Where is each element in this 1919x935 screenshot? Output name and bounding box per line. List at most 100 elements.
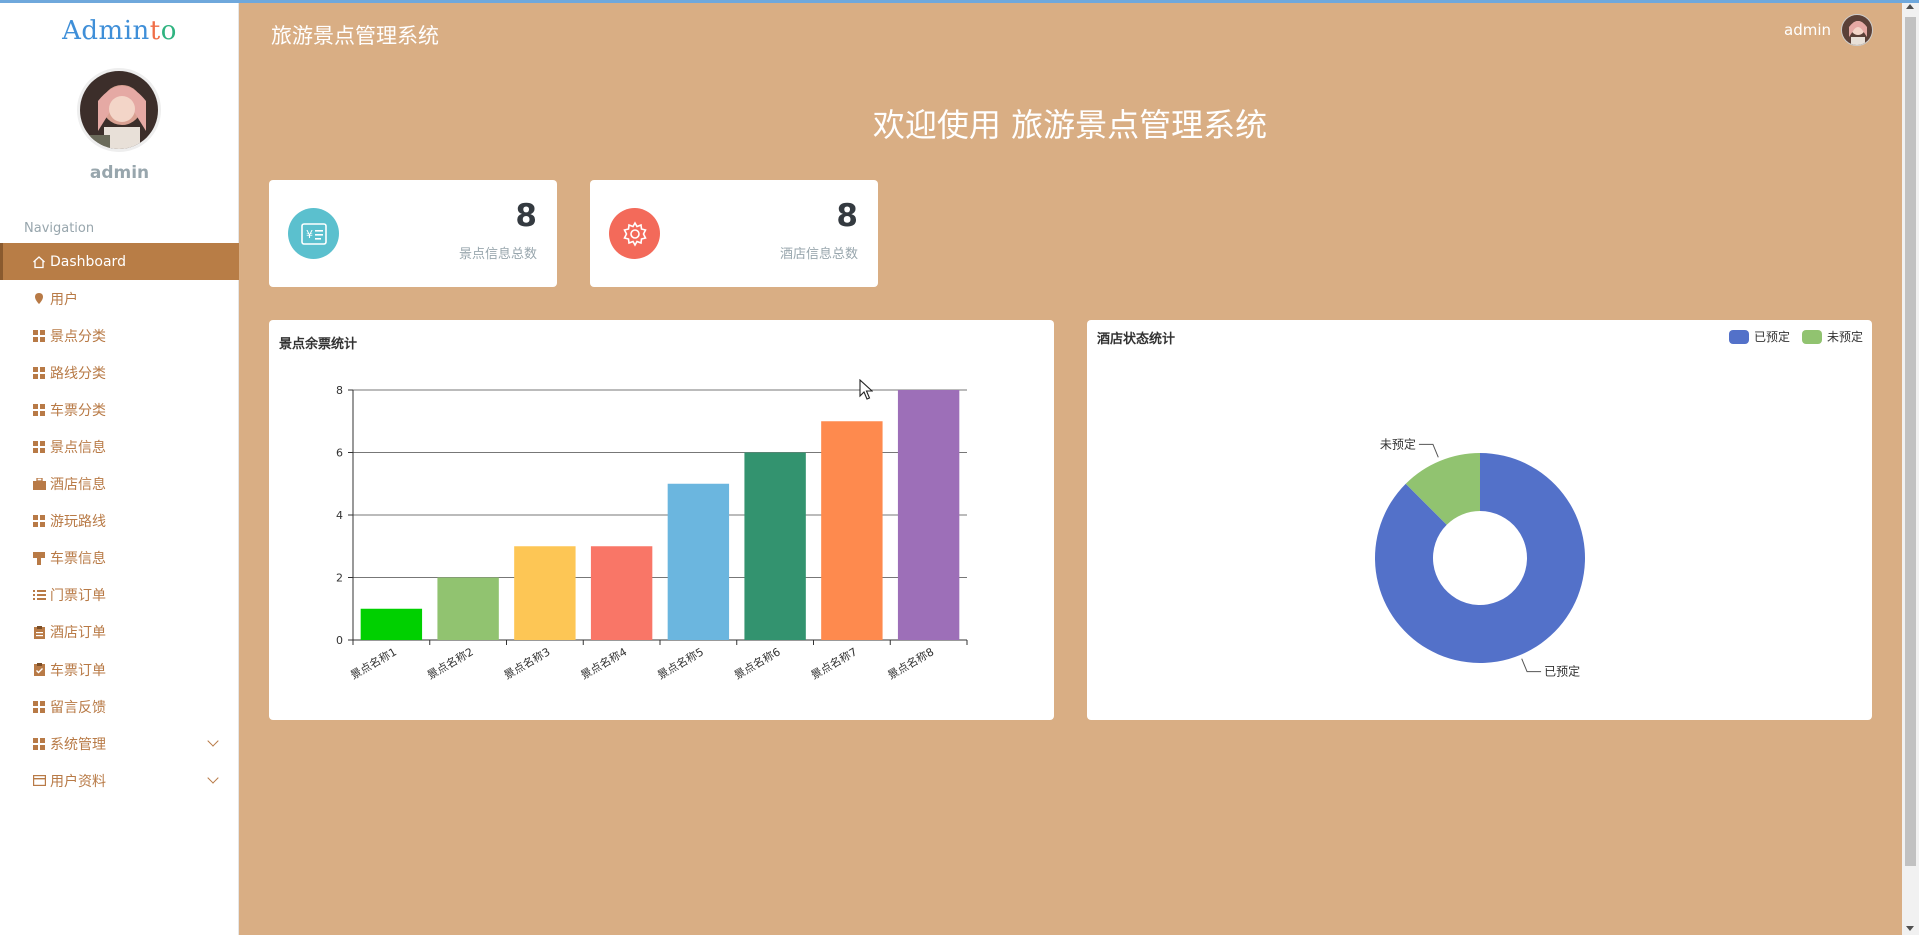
bar: [744, 452, 806, 640]
chart-title: 景点余票统计: [279, 337, 358, 352]
stat-value: 8: [836, 198, 858, 234]
sidebar-item-label: 景点信息: [50, 440, 106, 457]
sidebar-item-feedback[interactable]: 留言反馈: [0, 688, 239, 725]
slice-label: 已预定: [1544, 664, 1580, 679]
sidebar-item-label: 车票订单: [50, 662, 106, 679]
x-tick-label: 景点名称5: [655, 644, 706, 682]
sidebar: Adminto admin Navigation Dashboard 用户 景点…: [0, 0, 239, 935]
scroll-down-arrow[interactable]: [1906, 926, 1914, 931]
legend-label: 已预定: [1753, 330, 1790, 344]
bar: [590, 546, 653, 640]
sidebar-item-ticket-info[interactable]: 车票信息: [0, 540, 239, 577]
stat-card-hotels: 8 酒店信息总数: [590, 180, 878, 287]
sidebar-item-label: 车票信息: [50, 551, 106, 568]
x-tick-label: 景点名称4: [578, 644, 629, 682]
sidebar-item-label: Dashboard: [50, 253, 126, 270]
welcome-heading: 欢迎使用 旅游景点管理系统: [872, 106, 1268, 144]
stamp-icon: [32, 551, 46, 565]
label-leader-line: [1418, 443, 1439, 458]
svg-text:¥: ¥: [306, 228, 313, 241]
bar: [360, 608, 423, 640]
sidebar-item-ticket-orders[interactable]: 门票订单: [0, 577, 239, 614]
sidebar-item-hotel-orders[interactable]: 酒店订单: [0, 614, 239, 651]
y-tick-label: 4: [336, 509, 343, 522]
sidebar-item-ticket-category[interactable]: 车票分类: [0, 391, 239, 428]
stat-card-attractions: ¥ 8 景点信息总数: [269, 180, 557, 287]
stat-label: 酒店信息总数: [779, 247, 858, 262]
clipboard-icon: [32, 625, 46, 639]
page-scrollbar[interactable]: [1902, 0, 1919, 935]
y-tick-label: 0: [336, 634, 343, 647]
sidebar-item-label: 游玩路线: [50, 514, 106, 531]
donut-chart: 已预定 未预定: [1375, 436, 1585, 679]
grid-icon: [32, 514, 46, 528]
sidebar-item-attraction-category[interactable]: 景点分类: [0, 317, 239, 354]
grid-icon: [32, 737, 46, 751]
grid-icon: [32, 403, 46, 417]
nav-section-title: Navigation: [24, 221, 95, 236]
x-tick-label: 景点名称1: [348, 644, 399, 682]
sidebar-item-attraction-info[interactable]: 景点信息: [0, 428, 239, 465]
gear-icon: [609, 208, 660, 259]
pin-icon: [32, 292, 46, 306]
x-tick-label: 景点名称8: [885, 644, 936, 682]
y-tick-label: 8: [336, 384, 343, 397]
sidebar-item-label: 路线分类: [50, 365, 106, 382]
top-accent-line: [0, 0, 1919, 3]
x-tick-label: 景点名称6: [731, 644, 782, 682]
sidebar-item-tour-route[interactable]: 游玩路线: [0, 503, 239, 540]
sidebar-item-dashboard[interactable]: Dashboard: [0, 243, 239, 281]
sidebar-item-label: 用户: [50, 291, 78, 308]
bar: [667, 483, 730, 640]
stat-label: 景点信息总数: [458, 247, 537, 262]
clipboard-check-icon: [32, 663, 46, 677]
x-tick-label: 景点名称7: [808, 644, 859, 682]
x-tick-label: 景点名称3: [501, 644, 552, 682]
slice-label: 未预定: [1380, 436, 1416, 451]
bar-chart: 0 2 4 6 8 景点名称1 景点名称2 景点名称3 景点名称4 景点名称5 景点名称6 景点名称7…: [336, 384, 968, 682]
legend-item-unbooked[interactable]: 未预定: [1801, 328, 1863, 345]
list-icon: [32, 588, 46, 602]
avatar[interactable]: [77, 68, 161, 152]
sidebar-item-label: 门票订单: [50, 588, 106, 605]
label-leader-line: [1521, 658, 1542, 673]
sidebar-item-label: 酒店信息: [50, 477, 106, 494]
user-menu[interactable]: admin: [1784, 14, 1873, 46]
briefcase-icon: [32, 477, 46, 491]
sidebar-item-train-orders[interactable]: 车票订单: [0, 651, 239, 688]
sidebar-item-label: 留言反馈: [50, 699, 106, 716]
card-icon: [32, 774, 46, 788]
sidebar-item-label: 系统管理: [50, 736, 106, 753]
scroll-up-arrow[interactable]: [1906, 4, 1914, 9]
scroll-thumb[interactable]: [1905, 17, 1916, 866]
logo[interactable]: Adminto: [0, 16, 239, 46]
sidebar-item-users[interactable]: 用户: [0, 280, 239, 317]
sidebar-menu: Dashboard 用户 景点分类 路线分类 车票分类 景点信息 酒店信息 游玩…: [0, 243, 239, 799]
header-username: admin: [1784, 21, 1831, 39]
legend-swatch: [1801, 329, 1822, 344]
bar: [897, 390, 960, 640]
ticket-icon: ¥: [288, 208, 339, 259]
sidebar-username: admin: [89, 163, 150, 183]
sidebar-item-route-category[interactable]: 路线分类: [0, 354, 239, 391]
grid-icon: [32, 329, 46, 343]
sidebar-item-label: 车票分类: [50, 402, 106, 419]
bar: [514, 546, 576, 640]
legend-label: 未预定: [1826, 330, 1863, 344]
chart-title: 酒店状态统计: [1097, 332, 1176, 347]
bar: [437, 577, 499, 640]
legend-swatch: [1728, 329, 1749, 344]
grid-icon: [32, 440, 46, 454]
header-avatar[interactable]: [1841, 14, 1873, 46]
sidebar-item-hotel-info[interactable]: 酒店信息: [0, 466, 239, 503]
x-tick-label: 景点名称2: [424, 644, 475, 682]
chevron-down-icon[interactable]: [207, 772, 219, 784]
legend-item-booked[interactable]: 已预定: [1728, 328, 1790, 345]
y-tick-label: 6: [336, 447, 343, 460]
chart-legend: 已预定 未预定: [1728, 328, 1863, 345]
sidebar-item-user-profile[interactable]: 用户资料: [0, 762, 239, 799]
chevron-down-icon[interactable]: [207, 735, 219, 747]
stat-value: 8: [515, 198, 537, 234]
sidebar-item-system-management[interactable]: 系统管理: [0, 725, 239, 762]
sidebar-item-label: 用户资料: [50, 773, 106, 790]
